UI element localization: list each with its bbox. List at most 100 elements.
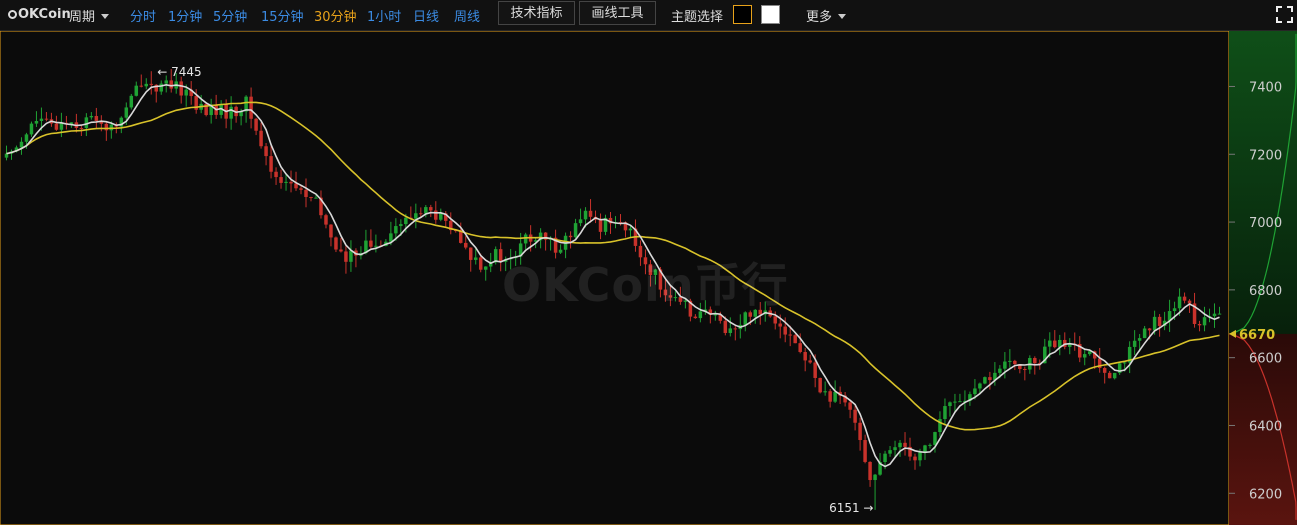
candle-body: [179, 81, 183, 96]
candle-body: [369, 240, 373, 247]
technical-indicators-button[interactable]: 技术指标: [498, 1, 575, 25]
candle-body: [434, 210, 438, 220]
theme-light-swatch[interactable]: [761, 5, 780, 24]
candle-body: [254, 118, 258, 131]
candle-body: [399, 224, 403, 227]
candle-body: [1008, 360, 1012, 362]
candle-body: [1013, 360, 1017, 365]
interval-30min[interactable]: 30分钟: [314, 6, 357, 25]
candle: [818, 377, 822, 394]
candle-body: [868, 461, 872, 481]
candle-body: [583, 210, 588, 220]
more-dropdown[interactable]: 更多: [806, 6, 847, 25]
candle-body: [933, 432, 937, 445]
watermark: OKCoin币行: [502, 258, 789, 312]
candle-body: [723, 320, 728, 333]
candle-body: [923, 445, 927, 453]
candle-body: [833, 391, 837, 402]
candle-body: [728, 328, 733, 333]
candle-body: [229, 106, 233, 119]
candle-body: [424, 207, 428, 214]
candle-body: [389, 233, 393, 242]
candle: [793, 334, 797, 344]
candle-body: [1197, 323, 1202, 326]
candle-body: [1187, 300, 1192, 304]
high-price-label: ← 7445: [157, 65, 201, 79]
candle-body: [344, 251, 348, 262]
candle-body: [1147, 328, 1152, 331]
candle-body: [259, 130, 263, 147]
candle-body: [828, 391, 832, 402]
candle-body: [94, 115, 99, 121]
candle-body: [1053, 340, 1057, 348]
candle-body: [404, 217, 408, 225]
y-tick-label: 6800: [1249, 284, 1282, 299]
candle-body: [793, 335, 797, 344]
candle-body: [883, 453, 887, 462]
candle-body: [888, 450, 892, 454]
candle-body: [943, 406, 947, 420]
candle-body: [284, 181, 288, 183]
period-dropdown[interactable]: 周期: [69, 6, 110, 25]
candle-body: [813, 362, 817, 378]
candle-body: [788, 334, 792, 336]
theme-dark-swatch[interactable]: [733, 5, 752, 24]
candle-body: [1152, 316, 1157, 331]
candle-body: [79, 127, 84, 129]
drawing-tools-button[interactable]: 画线工具: [579, 1, 656, 25]
interval-5min[interactable]: 5分钟: [213, 6, 247, 25]
candle-body: [289, 181, 293, 184]
y-tick-label: 7000: [1249, 216, 1282, 231]
interval-timeline[interactable]: 分时: [130, 6, 156, 25]
candle-body: [808, 360, 812, 363]
candle-body: [164, 80, 168, 84]
candle-body: [983, 377, 987, 384]
interval-15min[interactable]: 15分钟: [261, 6, 304, 25]
candle-body: [144, 83, 149, 87]
candle-body: [693, 316, 698, 319]
candle-body: [339, 249, 343, 252]
candle-body: [778, 323, 782, 327]
price-chart-area[interactable]: OKCoin币行 7400 7200 7000 6800 6600 6400 6200 ← …: [0, 30, 1297, 525]
candle-body: [24, 134, 29, 142]
candle-body: [478, 257, 483, 270]
candle-body: [893, 447, 897, 451]
candle-body: [733, 328, 738, 330]
candle-body: [429, 207, 433, 211]
candle-body: [1112, 372, 1117, 379]
interval-1min[interactable]: 1分钟: [168, 6, 202, 25]
candle-body: [1217, 313, 1222, 315]
candle-body: [1048, 340, 1052, 347]
candle-body: [159, 83, 163, 92]
candle-body: [568, 235, 573, 238]
candle-body: [1033, 358, 1037, 364]
candle-body: [998, 368, 1002, 373]
interval-weekly[interactable]: 周线: [454, 6, 480, 25]
candle-body: [973, 388, 977, 395]
candle-body: [104, 123, 109, 131]
candle-body: [1102, 368, 1107, 373]
candle-body: [588, 210, 593, 217]
candle-body: [374, 245, 378, 247]
candle-body: [349, 250, 353, 262]
candle-body: [1023, 368, 1027, 370]
candle-body: [853, 409, 857, 423]
candle-body: [29, 123, 34, 135]
candle-body: [1182, 296, 1187, 301]
interval-1hour[interactable]: 1小时: [367, 6, 401, 25]
theme-label: 主题选择: [671, 10, 724, 25]
candle-body: [334, 237, 338, 250]
candle-body: [468, 247, 473, 260]
candle-body: [314, 197, 318, 199]
candle-body: [1137, 338, 1142, 341]
y-tick-label: 6200: [1249, 487, 1282, 502]
candle: [129, 93, 134, 110]
candle-body: [958, 401, 962, 403]
interval-daily[interactable]: 日线: [413, 6, 439, 25]
candle-body: [149, 83, 154, 85]
fullscreen-icon[interactable]: [1276, 6, 1293, 23]
candle-body: [124, 107, 129, 118]
low-price-label: 6151 →: [829, 501, 873, 515]
candle-body: [109, 124, 114, 131]
okcoin-logo: OKCoin: [8, 7, 71, 22]
